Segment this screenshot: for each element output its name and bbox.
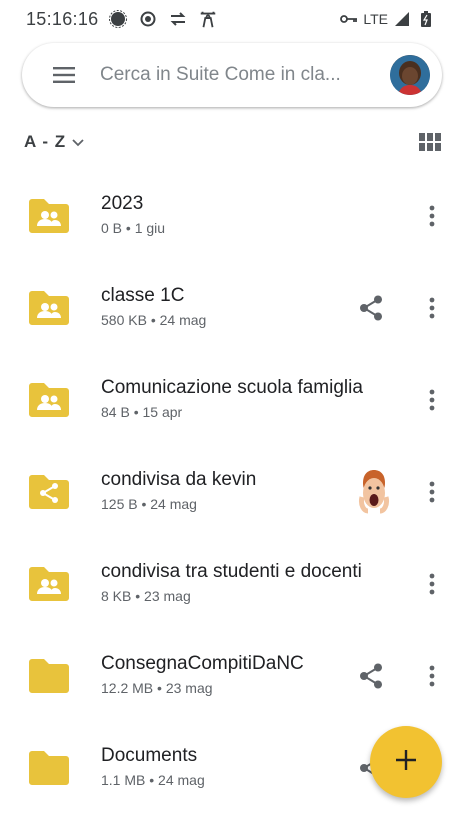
share-icon[interactable] bbox=[356, 293, 386, 323]
file-name: condivisa tra studenti e docenti bbox=[101, 561, 362, 582]
status-bar: 15:16:16 LTE bbox=[0, 0, 454, 38]
recording-icon bbox=[138, 9, 158, 29]
file-meta: 125 B • 24 mag bbox=[101, 496, 197, 512]
owner-avatar bbox=[358, 469, 390, 515]
more-options-icon[interactable] bbox=[418, 386, 446, 414]
network-type: LTE bbox=[363, 11, 388, 27]
data-saver-icon bbox=[168, 9, 188, 29]
file-meta: 0 B • 1 giu bbox=[101, 220, 166, 236]
more-options-icon[interactable] bbox=[418, 662, 446, 690]
file-text: Comunicazione scuola famiglia 84 B • 15 … bbox=[101, 376, 401, 421]
file-text: condivisa tra studenti e docenti 8 KB • … bbox=[101, 560, 401, 605]
plus-icon bbox=[395, 749, 417, 776]
new-item-button[interactable] bbox=[370, 726, 442, 798]
shared-drive-folder-icon bbox=[27, 290, 71, 326]
more-options-icon[interactable] bbox=[418, 294, 446, 322]
sort-label: A - Z bbox=[24, 132, 67, 151]
chevron-down-icon bbox=[72, 132, 84, 152]
accessibility-icon bbox=[198, 9, 218, 29]
file-meta: 12.2 MB • 23 mag bbox=[101, 680, 213, 696]
sort-button[interactable]: A - Z bbox=[24, 132, 84, 152]
file-text: ConsegnaCompitiDaNC 12.2 MB • 23 mag bbox=[101, 652, 371, 697]
list-item[interactable]: condivisa da kevin 125 B • 24 mag bbox=[0, 446, 454, 538]
file-name: classe 1C bbox=[101, 285, 185, 306]
battery-icon bbox=[416, 9, 436, 29]
list-item[interactable]: condivisa tra studenti e docenti 8 KB • … bbox=[0, 538, 454, 630]
sort-row: A - Z bbox=[24, 124, 442, 160]
file-name: condivisa da kevin bbox=[101, 469, 257, 490]
file-list: 2023 0 B • 1 giu classe 1C 580 KB • 24 m… bbox=[0, 170, 454, 814]
list-item[interactable]: classe 1C 580 KB • 24 mag bbox=[0, 262, 454, 354]
search-bar[interactable]: Cerca in Suite Come in cla... bbox=[22, 43, 442, 107]
list-item[interactable]: 2023 0 B • 1 giu bbox=[0, 170, 454, 262]
more-options-icon[interactable] bbox=[418, 202, 446, 230]
status-right: LTE bbox=[339, 9, 436, 29]
list-item[interactable]: ConsegnaCompitiDaNC 12.2 MB • 23 mag bbox=[0, 630, 454, 722]
file-name: ConsegnaCompitiDaNC bbox=[101, 653, 304, 674]
hamburger-menu-icon[interactable] bbox=[44, 55, 84, 95]
status-left: 15:16:16 bbox=[26, 9, 218, 30]
file-meta: 1.1 MB • 24 mag bbox=[101, 772, 205, 788]
shared-drive-folder-icon bbox=[27, 198, 71, 234]
file-name: 2023 bbox=[101, 193, 144, 214]
account-avatar[interactable] bbox=[390, 55, 430, 95]
more-options-icon[interactable] bbox=[418, 478, 446, 506]
search-input[interactable]: Cerca in Suite Come in cla... bbox=[100, 64, 390, 86]
shared-drive-folder-icon bbox=[27, 566, 71, 602]
cellular-signal-icon bbox=[392, 9, 412, 29]
list-item[interactable]: Comunicazione scuola famiglia 84 B • 15 … bbox=[0, 354, 454, 446]
folder-icon bbox=[27, 658, 71, 694]
shared-folder-icon bbox=[27, 474, 71, 510]
file-meta: 84 B • 15 apr bbox=[101, 404, 183, 420]
vpn-key-icon bbox=[339, 9, 359, 29]
file-name: Documents bbox=[101, 745, 198, 766]
file-meta: 580 KB • 24 mag bbox=[101, 312, 207, 328]
file-text: classe 1C 580 KB • 24 mag bbox=[101, 284, 371, 329]
file-name: Comunicazione scuola famiglia bbox=[101, 377, 363, 398]
shared-drive-folder-icon bbox=[27, 382, 71, 418]
file-meta: 8 KB • 23 mag bbox=[101, 588, 191, 604]
signal-app-icon bbox=[108, 9, 128, 29]
share-icon[interactable] bbox=[356, 661, 386, 691]
file-text: 2023 0 B • 1 giu bbox=[101, 192, 371, 237]
more-options-icon[interactable] bbox=[418, 570, 446, 598]
grid-view-icon[interactable] bbox=[418, 130, 442, 154]
file-text: Documents 1.1 MB • 24 mag bbox=[101, 744, 371, 789]
folder-icon bbox=[27, 750, 71, 786]
status-time: 15:16:16 bbox=[26, 8, 99, 29]
file-text: condivisa da kevin 125 B • 24 mag bbox=[101, 468, 371, 513]
